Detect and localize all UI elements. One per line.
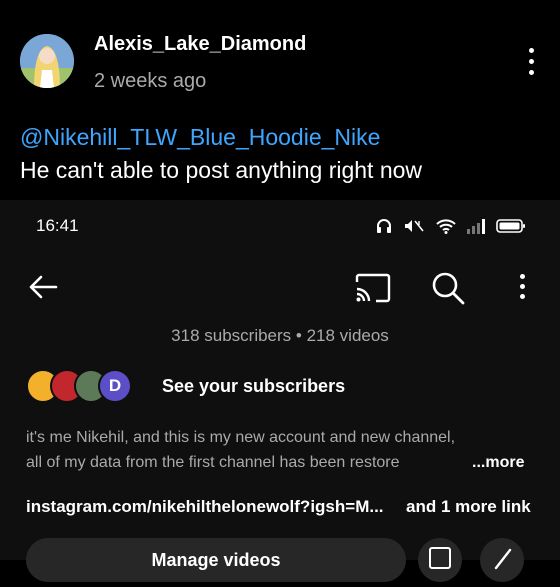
mute-icon: [405, 220, 424, 232]
channel-stats: 318 subscribers • 218 videos: [171, 326, 389, 345]
channel-description: all of my data from the first channel ha…: [26, 454, 400, 471]
analytics-icon: [429, 547, 451, 569]
cast-icon[interactable]: [354, 272, 392, 304]
subscriber-avatars[interactable]: D: [26, 366, 132, 406]
analytics-button[interactable]: [418, 538, 462, 582]
author-avatar[interactable]: [20, 34, 74, 88]
edit-button[interactable]: [480, 538, 524, 582]
more-button[interactable]: ...more: [472, 454, 524, 472]
channel-description: it's me Nikehil, and this is my new acco…: [26, 429, 456, 446]
signal-icon: [467, 219, 485, 234]
more-vert-icon[interactable]: [528, 48, 536, 78]
post-time: 2 weeks ago: [94, 70, 207, 92]
more-vert-icon[interactable]: [519, 274, 527, 302]
headphones-icon: [377, 219, 391, 233]
battery-icon: [496, 219, 525, 233]
status-time: 16:41: [36, 216, 79, 235]
search-icon[interactable]: [430, 270, 466, 306]
status-icons: [376, 216, 526, 236]
wifi-icon: [436, 219, 456, 234]
manage-videos-button[interactable]: Manage videos: [26, 538, 406, 582]
channel-link[interactable]: instagram.com/nikehilthelonewolf?igsh=M.…: [26, 497, 384, 517]
post-text: He can't able to post anything right now: [20, 157, 423, 183]
see-subscribers-link[interactable]: See your subscribers: [162, 376, 345, 397]
subscriber-avatar: D: [98, 369, 132, 403]
more-links-button[interactable]: and 1 more link: [406, 497, 531, 517]
mention-link[interactable]: @Nikehill_TLW_Blue_Hoodie_Nike: [20, 124, 380, 151]
author-name[interactable]: Alexis_Lake_Diamond: [94, 33, 306, 56]
pencil-icon: [494, 548, 512, 570]
back-arrow-icon[interactable]: [26, 270, 60, 304]
